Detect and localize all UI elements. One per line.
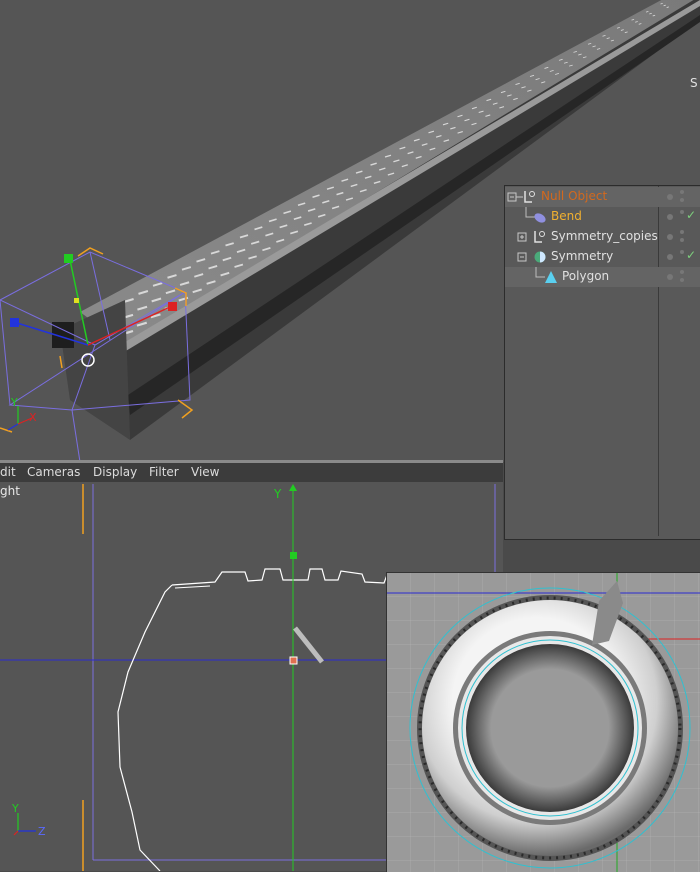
- enabled-check-icon[interactable]: ✓: [686, 208, 696, 222]
- world-y-label: Y: [10, 396, 18, 409]
- polygon-icon: [545, 271, 557, 283]
- render-dot[interactable]: [680, 198, 684, 202]
- pivot-marker: [74, 298, 79, 303]
- viewport-menu-bar: dit Cameras Display Filter View: [0, 463, 503, 482]
- render-dot[interactable]: [680, 190, 684, 194]
- object-row-bend[interactable]: Bend ✓: [505, 207, 700, 227]
- object-row-symmetry-copies[interactable]: Symmetry_copies: [505, 227, 700, 247]
- world-x-label: X: [29, 411, 37, 424]
- object-label-bend: Bend: [551, 209, 582, 223]
- object-label-null-object: Null Object: [541, 189, 608, 203]
- y-axis-knob[interactable]: [64, 254, 73, 263]
- viewport-name-label: ght: [0, 484, 20, 498]
- tread-profile-outline: [171, 568, 411, 586]
- enabled-check-icon[interactable]: ✓: [686, 248, 696, 262]
- object-row-null-object[interactable]: Null Object: [505, 187, 700, 207]
- menu-filter[interactable]: Filter: [149, 465, 179, 479]
- object-row-symmetry[interactable]: Symmetry ✓: [505, 247, 700, 267]
- tire-profile-outline: [117, 584, 173, 871]
- x-axis-knob[interactable]: [168, 302, 177, 311]
- corner-y-label: Y: [11, 802, 19, 815]
- tread-end-cap: [60, 300, 130, 440]
- z-axis-knob[interactable]: [10, 318, 19, 327]
- tire-render-scene: [387, 573, 700, 872]
- gizmo-arm: [293, 626, 324, 664]
- object-label-symmetry: Symmetry: [551, 249, 614, 263]
- viewport-corner-text: S: [690, 76, 698, 90]
- world-z-axis: [7, 423, 19, 431]
- menu-display[interactable]: Display: [93, 465, 137, 479]
- tire-inner-hole: [466, 644, 634, 812]
- visibility-dot[interactable]: [667, 194, 673, 200]
- tire-render-preview[interactable]: [386, 572, 700, 872]
- null-object-icon: [534, 231, 545, 243]
- null-object-icon: [524, 191, 535, 203]
- bend-deformer-icon: [534, 213, 546, 223]
- visibility-dot[interactable]: [667, 214, 673, 220]
- menu-view[interactable]: View: [191, 465, 219, 479]
- y-axis-label: Y: [273, 487, 282, 501]
- origin-handle[interactable]: [289, 656, 298, 665]
- y-handle-knob[interactable]: [290, 552, 297, 559]
- tree-collapse-icon[interactable]: [517, 250, 531, 264]
- object-row-polygon[interactable]: Polygon: [505, 267, 700, 287]
- object-label-polygon: Polygon: [562, 269, 610, 283]
- menu-cameras[interactable]: Cameras: [27, 465, 80, 479]
- menu-edit[interactable]: dit: [0, 465, 16, 479]
- object-label-symmetry-copies: Symmetry_copies: [551, 229, 658, 243]
- symmetry-icon: [534, 251, 546, 263]
- object-manager-panel: Null Object Bend ✓ Symmetry_copies Symme…: [504, 185, 700, 540]
- corner-z-label: Z: [38, 825, 46, 838]
